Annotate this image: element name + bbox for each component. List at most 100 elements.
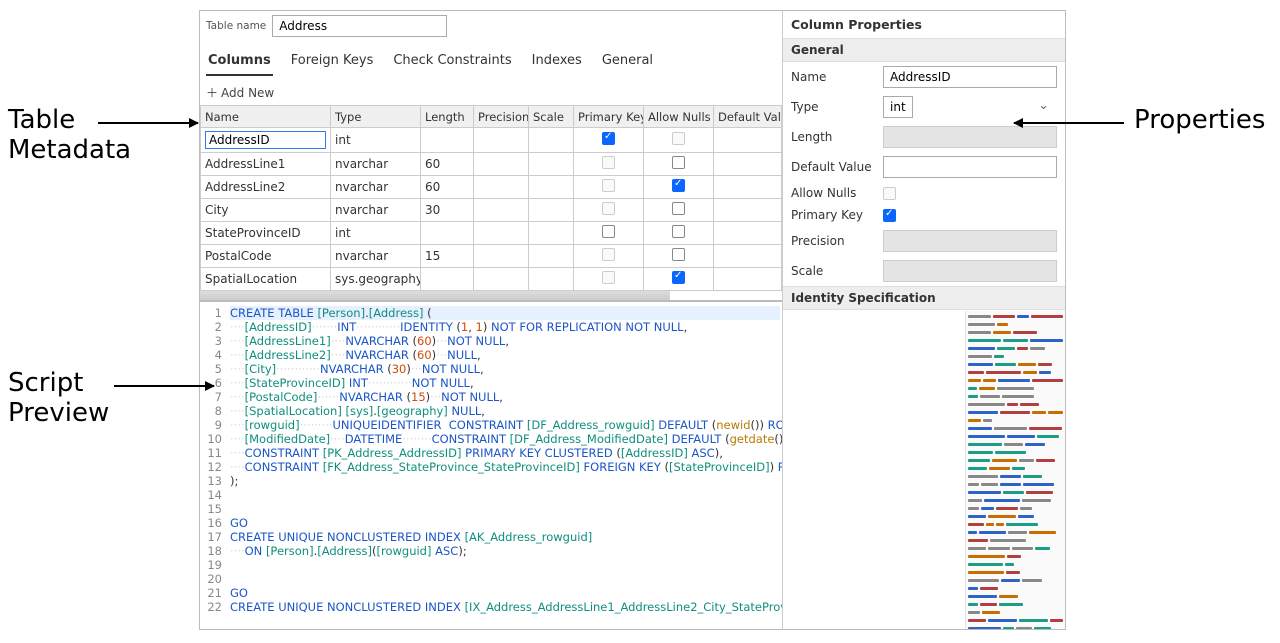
- add-new-button[interactable]: ＋ Add New: [200, 76, 782, 105]
- cell-type[interactable]: nvarchar: [331, 199, 421, 222]
- allow-nulls-checkbox[interactable]: [672, 202, 685, 215]
- cell-primary-key[interactable]: [574, 128, 644, 153]
- cell-allow-nulls[interactable]: [644, 128, 714, 153]
- cell-length[interactable]: 15: [421, 245, 474, 268]
- cell-type[interactable]: nvarchar: [331, 153, 421, 176]
- script-code[interactable]: CREATE TABLE [Person].[Address] (····[Ad…: [228, 302, 782, 629]
- cell-scale[interactable]: [529, 199, 574, 222]
- tab-indexes[interactable]: Indexes: [530, 49, 584, 76]
- tab-check-constraints[interactable]: Check Constraints: [391, 49, 513, 76]
- cell-allow-nulls[interactable]: [644, 268, 714, 291]
- cell-allow-nulls[interactable]: [644, 176, 714, 199]
- cell-type[interactable]: nvarchar: [331, 245, 421, 268]
- allow-nulls-checkbox[interactable]: [672, 132, 685, 145]
- table-row[interactable]: AddressLine2nvarchar60: [201, 176, 782, 199]
- cell-name[interactable]: AddressLine2: [201, 176, 331, 199]
- tab-columns[interactable]: Columns: [206, 49, 273, 76]
- cell-precision[interactable]: [474, 153, 529, 176]
- cell-primary-key[interactable]: [574, 199, 644, 222]
- hdr-type[interactable]: Type: [331, 106, 421, 128]
- table-row[interactable]: int: [201, 128, 782, 153]
- cell-name[interactable]: AddressLine1: [201, 153, 331, 176]
- cell-type[interactable]: nvarchar: [331, 176, 421, 199]
- primary-key-checkbox[interactable]: [602, 132, 615, 145]
- primary-key-checkbox[interactable]: [602, 202, 615, 215]
- cell-allow-nulls[interactable]: [644, 245, 714, 268]
- cell-default[interactable]: [714, 176, 782, 199]
- cell-name[interactable]: [201, 128, 331, 153]
- hdr-name[interactable]: Name: [201, 106, 331, 128]
- cell-type[interactable]: int: [331, 222, 421, 245]
- cell-precision[interactable]: [474, 245, 529, 268]
- cell-scale[interactable]: [529, 176, 574, 199]
- cell-name[interactable]: SpatialLocation: [201, 268, 331, 291]
- cell-type[interactable]: sys.geography: [331, 268, 421, 291]
- tab-general[interactable]: General: [600, 49, 655, 76]
- cell-length[interactable]: 60: [421, 153, 474, 176]
- hdr-precision[interactable]: Precision: [474, 106, 529, 128]
- cell-length[interactable]: [421, 128, 474, 153]
- cell-precision[interactable]: [474, 268, 529, 291]
- cell-allow-nulls[interactable]: [644, 199, 714, 222]
- cell-length[interactable]: [421, 222, 474, 245]
- cell-precision[interactable]: [474, 128, 529, 153]
- cell-primary-key[interactable]: [574, 176, 644, 199]
- cell-scale[interactable]: [529, 153, 574, 176]
- cell-primary-key[interactable]: [574, 268, 644, 291]
- cell-default[interactable]: [714, 268, 782, 291]
- allow-nulls-checkbox[interactable]: [672, 179, 685, 192]
- cell-primary-key[interactable]: [574, 245, 644, 268]
- tab-foreign-keys[interactable]: Foreign Keys: [289, 49, 376, 76]
- cell-scale[interactable]: [529, 222, 574, 245]
- column-name-input[interactable]: [205, 131, 326, 149]
- prop-type-select[interactable]: int: [883, 96, 913, 118]
- cell-default[interactable]: [714, 199, 782, 222]
- cell-default[interactable]: [714, 128, 782, 153]
- primary-key-checkbox[interactable]: [602, 248, 615, 261]
- cell-type[interactable]: int: [331, 128, 421, 153]
- prop-allow-nulls-checkbox[interactable]: [883, 187, 896, 200]
- prop-name-input[interactable]: [883, 66, 1057, 88]
- hdr-primary-key[interactable]: Primary Key: [574, 106, 644, 128]
- cell-default[interactable]: [714, 245, 782, 268]
- cell-primary-key[interactable]: [574, 153, 644, 176]
- table-row[interactable]: Citynvarchar30: [201, 199, 782, 222]
- cell-precision[interactable]: [474, 176, 529, 199]
- cell-scale[interactable]: [529, 128, 574, 153]
- hdr-scale[interactable]: Scale: [529, 106, 574, 128]
- table-row[interactable]: PostalCodenvarchar15: [201, 245, 782, 268]
- table-name-input[interactable]: [272, 15, 447, 37]
- cell-default[interactable]: [714, 222, 782, 245]
- cell-primary-key[interactable]: [574, 222, 644, 245]
- script-minimap[interactable]: [965, 311, 1065, 629]
- table-row[interactable]: StateProvinceIDint: [201, 222, 782, 245]
- cell-default[interactable]: [714, 153, 782, 176]
- table-row[interactable]: SpatialLocationsys.geography: [201, 268, 782, 291]
- allow-nulls-checkbox[interactable]: [672, 225, 685, 238]
- hdr-default[interactable]: Default Valu: [714, 106, 782, 128]
- cell-length[interactable]: 30: [421, 199, 474, 222]
- cell-name[interactable]: PostalCode: [201, 245, 331, 268]
- prop-primary-key-checkbox[interactable]: [883, 209, 896, 222]
- allow-nulls-checkbox[interactable]: [672, 248, 685, 261]
- cell-allow-nulls[interactable]: [644, 153, 714, 176]
- cell-allow-nulls[interactable]: [644, 222, 714, 245]
- cell-precision[interactable]: [474, 199, 529, 222]
- primary-key-checkbox[interactable]: [602, 225, 615, 238]
- allow-nulls-checkbox[interactable]: [672, 271, 685, 284]
- prop-default-input[interactable]: [883, 156, 1057, 178]
- hdr-allow-nulls[interactable]: Allow Nulls: [644, 106, 714, 128]
- primary-key-checkbox[interactable]: [602, 179, 615, 192]
- cell-name[interactable]: StateProvinceID: [201, 222, 331, 245]
- cell-length[interactable]: [421, 268, 474, 291]
- cell-length[interactable]: 60: [421, 176, 474, 199]
- primary-key-checkbox[interactable]: [602, 271, 615, 284]
- table-row[interactable]: AddressLine1nvarchar60: [201, 153, 782, 176]
- cell-scale[interactable]: [529, 268, 574, 291]
- cell-precision[interactable]: [474, 222, 529, 245]
- cell-name[interactable]: City: [201, 199, 331, 222]
- hdr-length[interactable]: Length: [421, 106, 474, 128]
- grid-horizontal-scrollbar[interactable]: [200, 291, 670, 300]
- cell-scale[interactable]: [529, 245, 574, 268]
- allow-nulls-checkbox[interactable]: [672, 156, 685, 169]
